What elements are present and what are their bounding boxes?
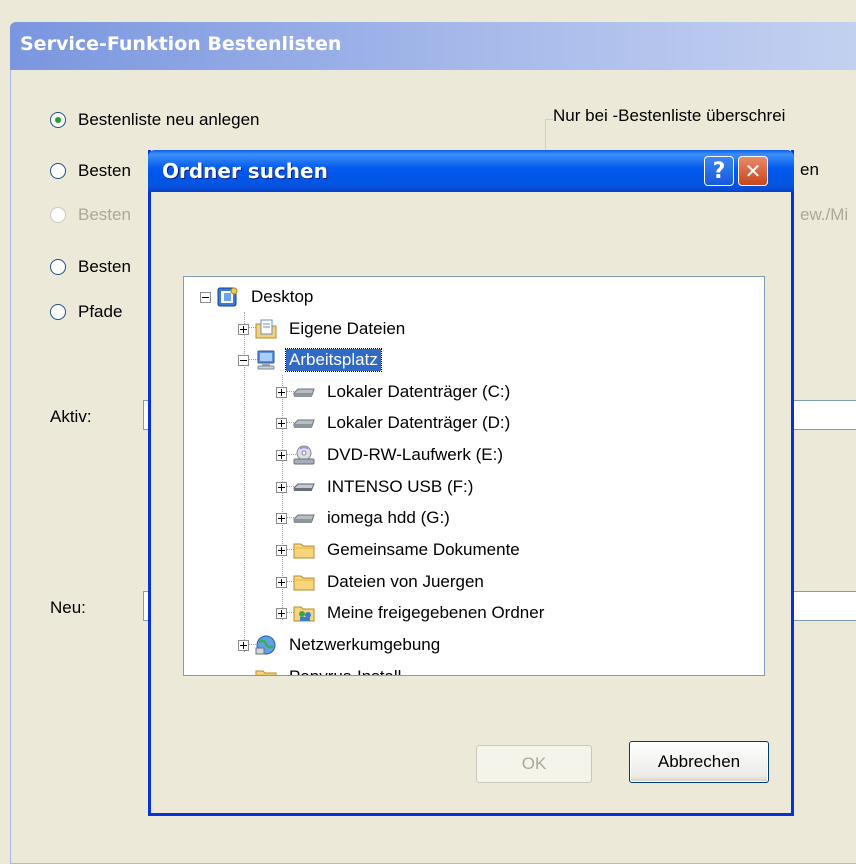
expand-icon[interactable] [276,386,287,398]
close-icon: ✕ [744,159,762,183]
aktiv-label: Aktiv: [50,407,92,426]
neu-label: Neu: [50,598,86,617]
hard-drive-icon [293,419,315,428]
expand-icon[interactable] [238,323,249,335]
expand-icon[interactable] [276,576,287,588]
tree-item-label-selected: Arbeitsplatz [285,348,382,372]
close-button[interactable]: ✕ [738,156,768,186]
dialog-title: Ordner suchen [162,159,328,183]
group-box-border [545,119,553,120]
expand-icon[interactable] [276,544,287,556]
clipped-option-text: en [800,160,819,179]
tree-item-label: Dateien von Juergen [327,572,484,591]
radio-label: Besten [78,205,131,224]
expand-icon[interactable] [276,449,287,461]
folder-icon [255,670,277,675]
background-titlebar[interactable]: Service-Funktion Bestenlisten [10,22,856,70]
tree-item-arbeitsplatz[interactable]: Arbeitsplatz [238,345,382,375]
expand-icon[interactable] [276,481,287,493]
radio-besten-2[interactable]: Besten [50,159,131,183]
background-window-title: Service-Funktion Bestenlisten [20,33,342,55]
radio-button-disabled [50,207,66,223]
radio-button-checked[interactable] [50,112,66,128]
help-button[interactable]: ? [704,156,734,186]
ok-button[interactable]: OK [476,745,592,783]
radio-bestenliste-neu[interactable]: Bestenliste neu anlegen [50,108,259,132]
tree-item-label: Eigene Dateien [289,319,406,338]
folder-tree[interactable]: Desktop Eigene Dateien Arbeitsplatz Loka… [183,276,765,676]
radio-button[interactable] [50,163,66,179]
tree-item-drive-f[interactable]: INTENSO USB (F:) [276,472,476,502]
group-box-legend: Nur bei -Bestenliste überschrei [553,106,786,125]
network-icon [255,635,276,655]
radio-label: Besten [78,257,131,276]
help-icon: ? [712,158,726,184]
tree-item-meine-freigegebenen-ordner[interactable]: Meine freigegebenen Ordner [276,598,547,628]
folder-icon [293,543,315,559]
tree-item-drive-g[interactable]: iomega hdd (G:) [276,503,453,533]
tree-item-gemeinsame-dokumente[interactable]: Gemeinsame Dokumente [276,535,523,565]
folder-icon [293,575,315,591]
tree-item-label: Lokaler Datenträger (C:) [327,382,511,401]
dvd-drive-icon [293,445,315,465]
cancel-button[interactable]: Abbrechen [629,741,769,783]
tree-item-label: iomega hdd (G:) [327,508,450,527]
tree-item-dateien-von-juergen[interactable]: Dateien von Juergen [276,567,487,597]
tree-item-drive-d[interactable]: Lokaler Datenträger (D:) [276,408,513,438]
tree-item-drive-e[interactable]: DVD-RW-Laufwerk (E:) [276,440,506,470]
my-computer-icon [257,350,275,370]
tree-item-label: Gemeinsame Dokumente [327,540,520,559]
tree-item-label: Netzwerkumgebung [289,635,441,654]
collapse-icon[interactable] [200,291,211,303]
tree-item-eigene-dateien[interactable]: Eigene Dateien [238,314,408,344]
radio-button[interactable] [50,304,66,320]
radio-besten-4[interactable]: Besten [50,255,131,279]
expand-icon[interactable] [276,512,287,524]
expand-icon[interactable] [276,607,287,619]
my-documents-icon [255,319,277,339]
tree-item-label: Lokaler Datenträger (D:) [327,413,511,432]
tree-item-papyrus-install[interactable]: Papyrus-Install [254,662,404,675]
hard-drive-icon [293,514,315,523]
tree-item-label: Meine freigegebenen Ordner [327,603,545,622]
tree-item-netzwerkumgebung[interactable]: Netzwerkumgebung [238,630,443,660]
browse-folder-dialog: Ordner suchen ? ✕ Desktop Eigene Dateien… [148,150,794,816]
usb-drive-icon [293,483,315,491]
tree-item-label: Papyrus-Install [286,666,404,675]
collapse-icon[interactable] [238,354,249,366]
shared-folder-icon [293,606,315,622]
tree-item-desktop[interactable]: Desktop [200,282,316,312]
radio-button[interactable] [50,259,66,275]
tree-item-drive-c[interactable]: Lokaler Datenträger (C:) [276,377,513,407]
radio-label: Besten [78,161,131,180]
radio-besten-3: Besten [50,203,131,227]
clipped-option-text: ew./Mi [800,205,849,224]
expand-icon[interactable] [238,639,249,651]
radio-pfade[interactable]: Pfade [50,300,122,324]
tree-item-label: Desktop [251,287,314,306]
expand-icon[interactable] [276,417,287,429]
dialog-titlebar[interactable]: Ordner suchen ? ✕ [148,150,794,192]
desktop-icon [217,287,238,307]
radio-label: Bestenliste neu anlegen [78,110,260,129]
radio-label: Pfade [78,302,123,321]
hard-drive-icon [293,388,315,397]
tree-item-label: DVD-RW-Laufwerk (E:) [327,445,504,464]
tree-item-label: INTENSO USB (F:) [327,477,474,496]
